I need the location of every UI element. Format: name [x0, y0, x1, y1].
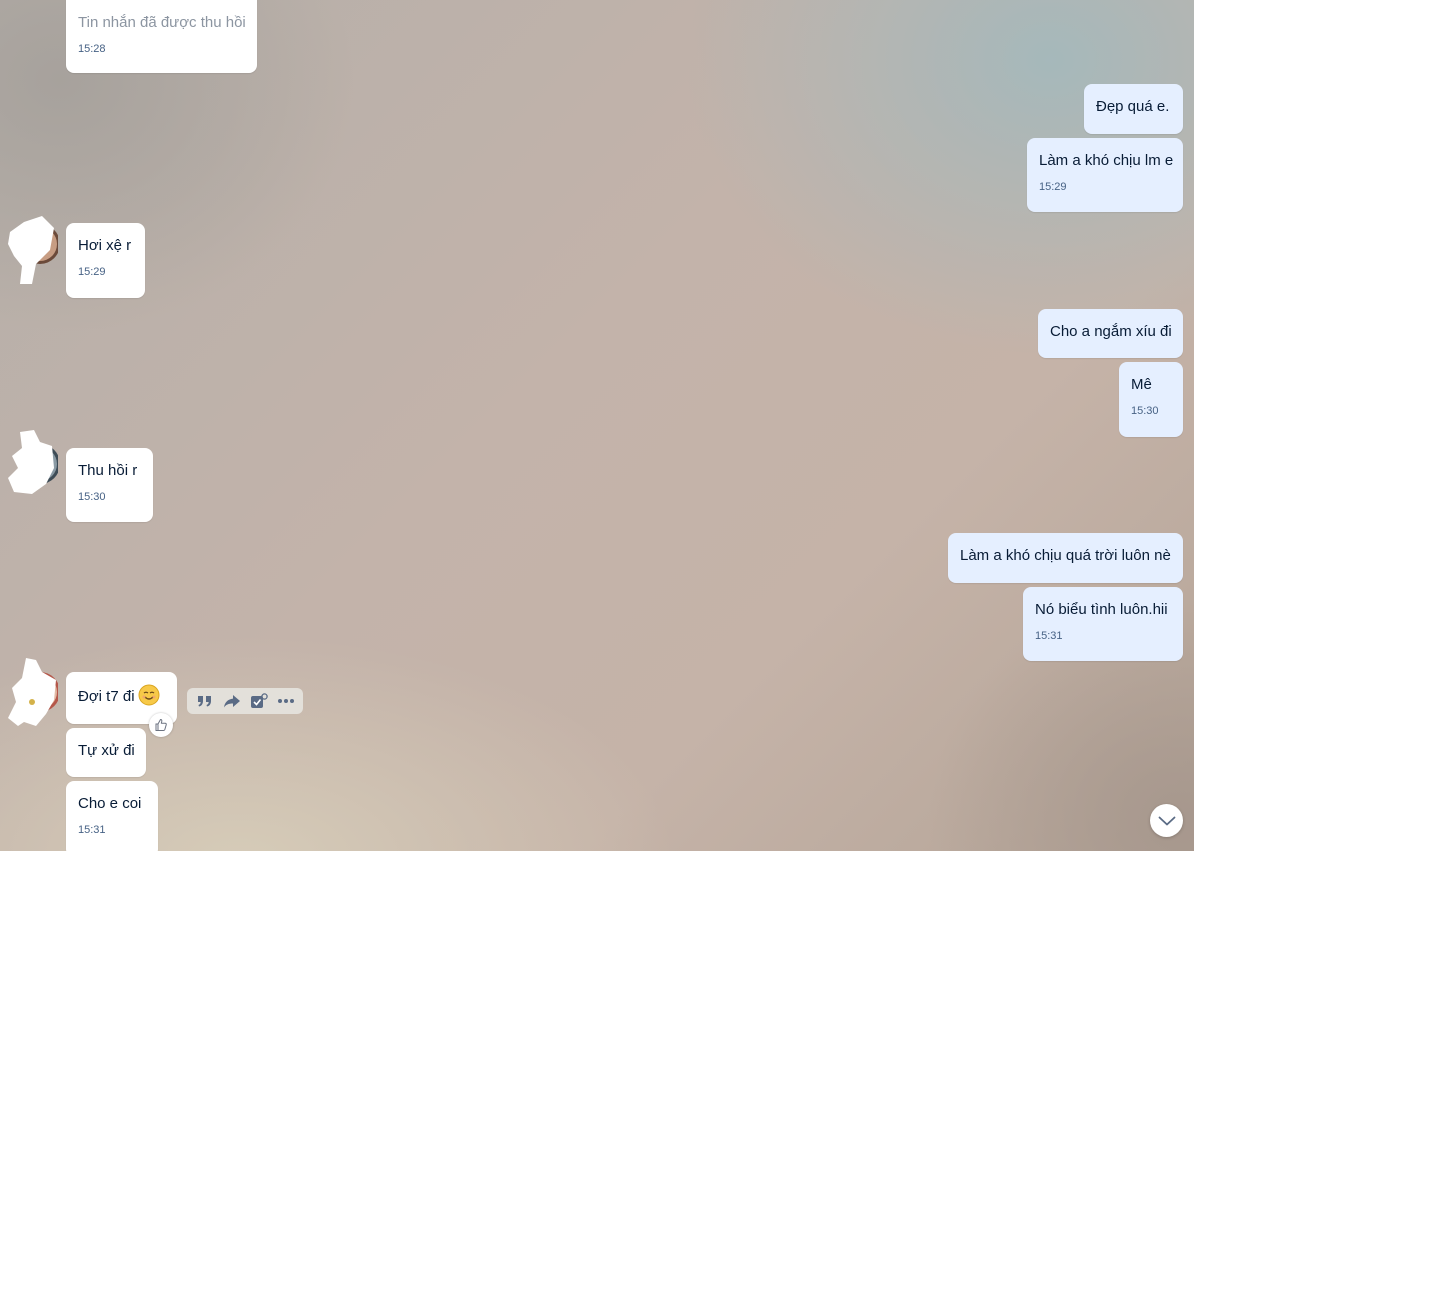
- contact-avatar[interactable]: [6, 214, 60, 286]
- message-text: Cho e coi: [78, 795, 142, 812]
- quote-button[interactable]: [194, 690, 216, 712]
- outgoing-message-bubble[interactable]: Đẹp quá e.: [1084, 84, 1183, 134]
- outgoing-message-bubble[interactable]: Làm a khó chịu lm e 15:29: [1027, 138, 1183, 212]
- forward-button[interactable]: [221, 690, 243, 712]
- message-text: Cho a ngắm xíu đi: [1050, 323, 1172, 340]
- task-icon: [250, 693, 268, 708]
- message-text: Đẹp quá e.: [1096, 98, 1170, 115]
- message-text: Mê: [1131, 376, 1152, 393]
- incoming-message-bubble[interactable]: Cho e coi 15:31: [66, 781, 158, 851]
- message-time: 15:31: [1035, 630, 1063, 642]
- message-text-content: Đợi t7 đi: [78, 688, 135, 705]
- incoming-message-bubble[interactable]: Thu hồi r 15:30: [66, 448, 153, 522]
- message-text: Tự xử đi: [78, 742, 135, 759]
- message-text: Hơi xệ r: [78, 237, 132, 254]
- message-time: 15:28: [78, 43, 106, 55]
- chevron-down-icon: [1158, 816, 1175, 825]
- message-text: Làm a khó chịu lm e: [1039, 152, 1174, 169]
- thumbs-up-icon: [155, 719, 167, 731]
- message-time: 15:29: [78, 266, 106, 278]
- more-icon: [277, 699, 294, 703]
- forward-icon: [223, 695, 240, 708]
- message-text: Nó biểu tình luôn.hii: [1035, 601, 1168, 618]
- message-time: 15:30: [1131, 405, 1159, 417]
- quote-icon: [197, 696, 211, 707]
- message-text: Tin nhắn đã được thu hồi: [78, 14, 246, 31]
- message-time: 15:29: [1039, 181, 1067, 193]
- message-time: 15:31: [78, 824, 106, 836]
- message-text: Làm a khó chịu quá trời luôn nè: [960, 547, 1171, 564]
- message-text: Đợi t7 đi: [78, 684, 165, 708]
- message-hover-toolbar: [187, 688, 303, 714]
- smiling-face-emoji: [138, 684, 160, 706]
- outgoing-message-bubble[interactable]: Cho a ngắm xíu đi: [1038, 309, 1183, 358]
- outgoing-message-bubble[interactable]: Mê 15:30: [1119, 362, 1183, 437]
- more-options-button[interactable]: [275, 690, 297, 712]
- message-text: Thu hồi r: [78, 462, 138, 479]
- incoming-message-bubble[interactable]: Tin nhắn đã được thu hồi 15:28: [66, 0, 257, 73]
- contact-avatar[interactable]: [6, 428, 60, 500]
- incoming-message-bubble[interactable]: Tự xử đi: [66, 728, 146, 777]
- outgoing-message-bubble[interactable]: Làm a khó chịu quá trời luôn nè: [948, 533, 1183, 583]
- like-reaction-button[interactable]: [149, 713, 173, 737]
- message-time: 15:30: [78, 491, 106, 503]
- contact-avatar[interactable]: [6, 656, 60, 728]
- scroll-to-bottom-button[interactable]: [1150, 804, 1183, 837]
- incoming-message-bubble[interactable]: Hơi xệ r 15:29: [66, 223, 145, 298]
- outgoing-message-bubble[interactable]: Nó biểu tình luôn.hii 15:31: [1023, 587, 1183, 661]
- chat-message-area[interactable]: Tin nhắn đã được thu hồi 15:28 Đẹp quá e…: [0, 0, 1194, 851]
- create-task-button[interactable]: [248, 690, 270, 712]
